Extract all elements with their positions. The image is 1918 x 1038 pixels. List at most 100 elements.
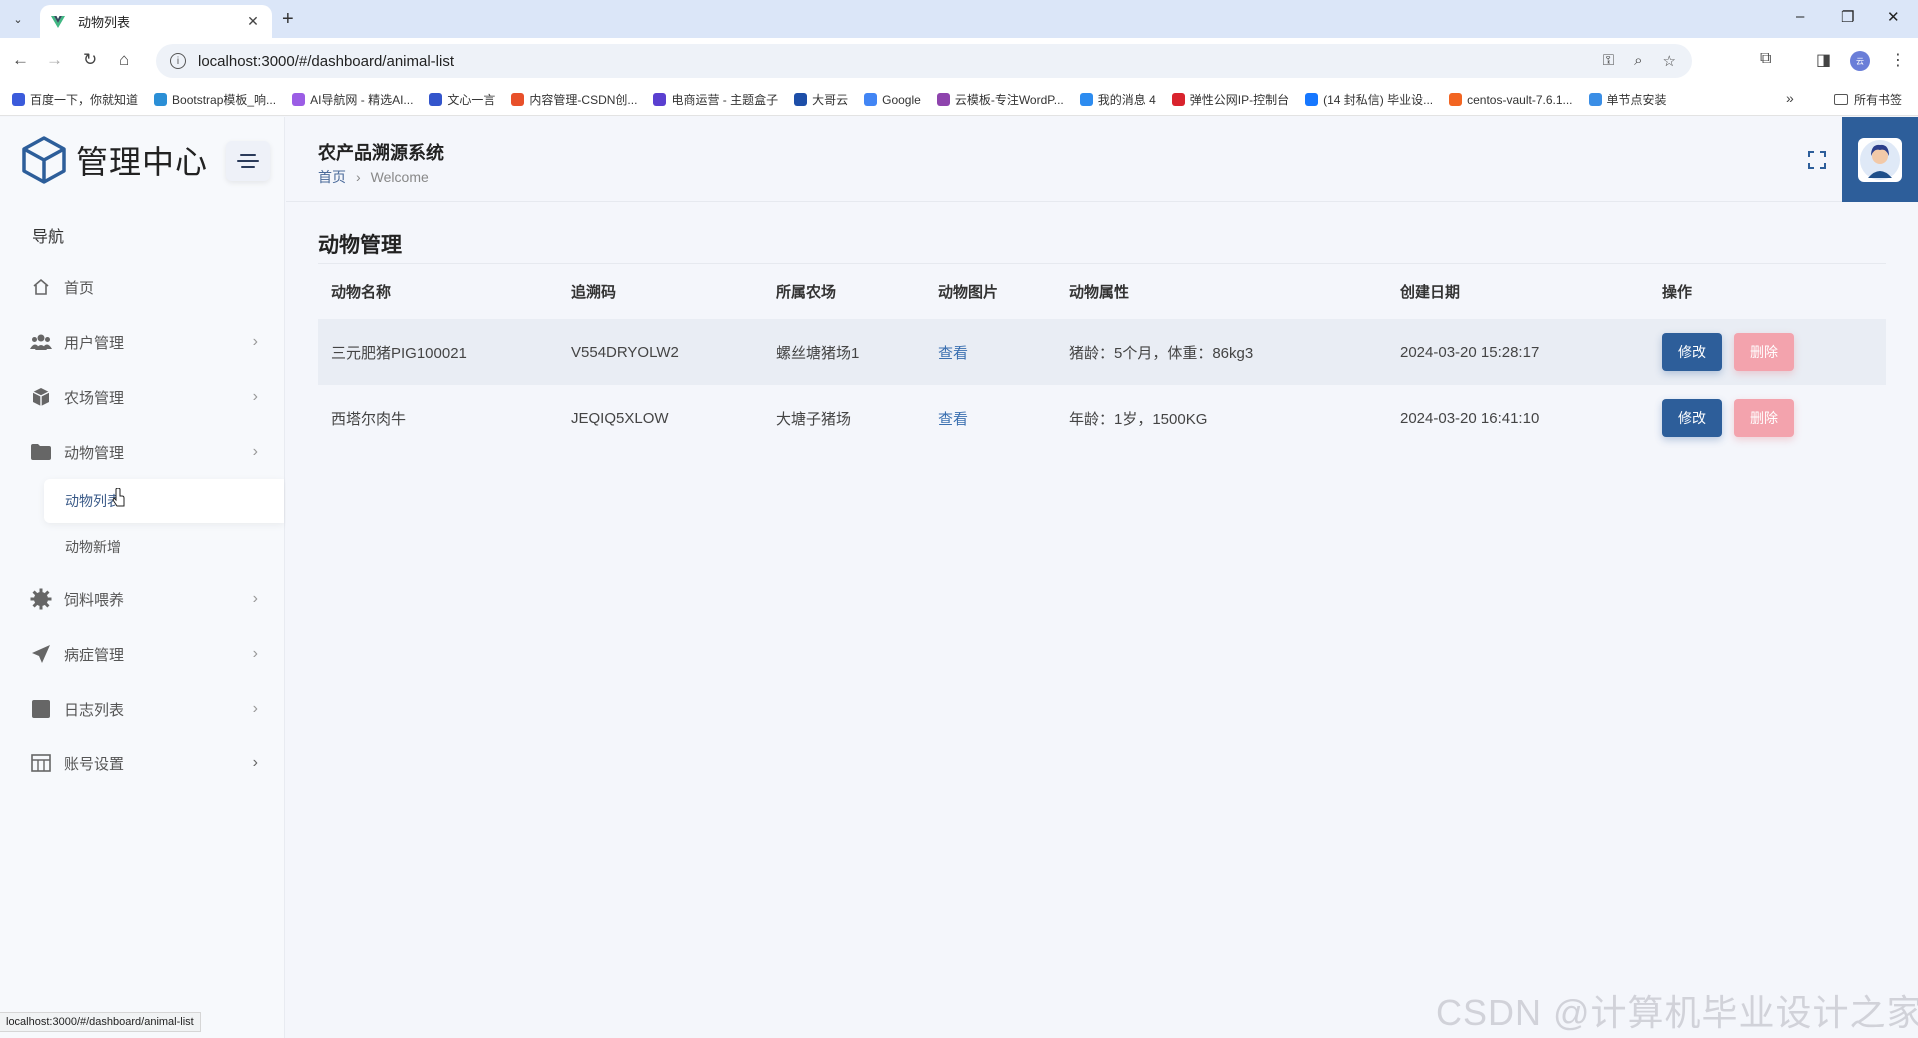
system-title: 农产品溯源系统	[318, 143, 444, 163]
user-avatar-icon	[1860, 139, 1900, 180]
site-info-icon[interactable]: i	[170, 53, 186, 69]
bookmark-item[interactable]: 电商运营 - 主题盒子	[653, 91, 778, 108]
bookmark-item[interactable]: AI导航网 - 精选AI...	[292, 91, 413, 108]
password-key-icon[interactable]: ⚿	[1603, 52, 1614, 70]
folder-icon	[30, 441, 52, 463]
browser-tab[interactable]: 动物列表 ✕	[40, 5, 272, 38]
logo[interactable]: 管理中心	[20, 135, 208, 185]
cell-farm: 螺丝塘猪场1	[776, 344, 860, 362]
column-header: 追溯码	[571, 284, 617, 301]
sidebar-subitem-animal-list[interactable]: 动物列表	[44, 479, 284, 523]
new-tab-button[interactable]: +	[282, 8, 294, 31]
sidebar-item-logs[interactable]: 日志列表 ›	[30, 689, 270, 729]
bookmark-favicon-icon	[653, 93, 667, 106]
nav-heading: 导航	[32, 229, 65, 246]
cell-name: 西塔尔肉牛	[331, 410, 407, 428]
address-bar[interactable]: i localhost:3000/#/dashboard/animal-list…	[156, 44, 1692, 78]
cell-attrs: 猪龄：5个月，体重：86kg3	[1069, 344, 1254, 362]
bookmark-item[interactable]: 单节点安装	[1588, 91, 1667, 108]
tab-list-chevron-icon[interactable]: ⌄	[6, 7, 30, 31]
bookmark-favicon-icon	[292, 93, 306, 106]
delete-button[interactable]: 删除	[1734, 399, 1794, 437]
bookmark-item[interactable]: (14 封私信) 毕业设...	[1305, 91, 1433, 108]
extensions-icon[interactable]: ⧉	[1760, 50, 1771, 68]
minimize-button[interactable]: –	[1796, 8, 1804, 25]
cube-icon	[30, 386, 52, 408]
bookmark-item[interactable]: 百度一下，你就知道	[12, 91, 138, 108]
breadcrumb-home[interactable]: 首页	[318, 167, 346, 187]
bookmark-item[interactable]: 大哥云	[794, 91, 848, 108]
bookmarks-bar: 百度一下，你就知道 Bootstrap模板_响... AI导航网 - 精选AI...…	[0, 84, 1918, 116]
chevron-right-icon: ›	[252, 645, 258, 662]
column-header: 操作	[1662, 284, 1693, 301]
tab-close-icon[interactable]: ✕	[244, 13, 262, 30]
animal-table: 动物名称 追溯码 所属农场 动物图片 动物属性 创建日期 操作 三元肥猪PIG1…	[318, 263, 1886, 451]
bookmark-item[interactable]: 文心一言	[429, 91, 495, 108]
chevron-right-icon: ›	[252, 590, 258, 607]
bookmark-item[interactable]: Bootstrap模板_响...	[154, 91, 276, 108]
mouse-cursor-icon	[112, 488, 125, 507]
bookmark-item[interactable]: centos-vault-7.6.1...	[1449, 93, 1573, 107]
view-image-link[interactable]: 查看	[938, 345, 968, 362]
reload-icon[interactable]: ↻	[83, 50, 97, 70]
bookmark-favicon-icon	[1171, 93, 1185, 106]
browser-tab-strip: ⌄ 动物列表 ✕ + – ❐ ✕	[0, 0, 1918, 38]
forward-arrow-icon[interactable]: →	[46, 50, 63, 70]
user-avatar-panel[interactable]	[1842, 117, 1918, 202]
sidebar-item-farm[interactable]: 农场管理 ›	[30, 377, 270, 417]
send-icon	[30, 643, 52, 665]
column-header: 创建日期	[1400, 284, 1461, 301]
bookmark-item[interactable]: 弹性公网IP-控制台	[1171, 91, 1289, 108]
bookmark-favicon-icon	[794, 93, 808, 106]
square-icon	[30, 698, 52, 720]
url-text: localhost:3000/#/dashboard/animal-list	[198, 52, 454, 70]
bookmark-item[interactable]: Google	[864, 93, 921, 107]
column-header: 动物属性	[1069, 284, 1130, 301]
all-bookmarks-button[interactable]: 所有书签	[1834, 91, 1902, 108]
restore-button[interactable]: ❐	[1841, 8, 1854, 26]
bookmark-item[interactable]: 内容管理-CSDN创...	[511, 91, 637, 108]
close-window-button[interactable]: ✕	[1887, 8, 1900, 26]
users-icon	[30, 331, 52, 353]
chevron-right-icon: ›	[252, 388, 258, 405]
folder-icon	[1834, 94, 1848, 105]
chevron-right-icon: ›	[252, 333, 258, 350]
cell-farm: 大塘子猪场	[776, 410, 852, 428]
bookmark-item[interactable]: 云模板-专注WordP...	[936, 91, 1064, 108]
bookmark-favicon-icon	[864, 93, 878, 106]
side-panel-icon[interactable]: ◨	[1816, 50, 1831, 70]
profile-avatar-icon[interactable]: 云	[1850, 51, 1870, 71]
bookmark-star-icon[interactable]: ☆	[1663, 52, 1676, 70]
bookmark-favicon-icon	[1079, 93, 1093, 106]
fullscreen-icon[interactable]	[1808, 151, 1826, 169]
edit-button[interactable]: 修改	[1662, 333, 1722, 371]
sidebar-item-animals[interactable]: 动物管理 ›	[30, 432, 270, 472]
cell-code: JEQIQ5XLOW	[571, 409, 669, 427]
sidebar-subitem-animal-add[interactable]: 动物新增	[44, 525, 284, 569]
sidebar-item-account[interactable]: 账号设置 ›	[30, 743, 270, 783]
header: 农产品溯源系统 首页 › Welcome	[286, 117, 1918, 202]
bookmark-favicon-icon	[1449, 93, 1463, 106]
bookmark-item[interactable]: 我的消息 4	[1079, 91, 1156, 108]
sidebar-item-feed[interactable]: 饲料喂养 ›	[30, 579, 270, 619]
delete-button[interactable]: 删除	[1734, 333, 1794, 371]
view-image-link[interactable]: 查看	[938, 411, 968, 428]
home-button-icon[interactable]: ⌂	[119, 50, 129, 70]
status-bar-url: localhost:3000/#/dashboard/animal-list	[0, 1012, 201, 1032]
breadcrumb: 首页 › Welcome	[318, 167, 429, 187]
breadcrumb-separator-icon: ›	[356, 169, 361, 185]
main-content: 农产品溯源系统 首页 › Welcome 动物管理 动物名称 追溯码 所属农场 …	[286, 117, 1918, 1038]
sidebar-item-home[interactable]: 首页	[30, 267, 270, 307]
menu-kebab-icon[interactable]: ⋮	[1890, 50, 1906, 70]
bookmarks-overflow-icon[interactable]: »	[1786, 90, 1794, 106]
cell-created: 2024-03-20 16:41:10	[1400, 409, 1540, 427]
cell-code: V554DRYOLW2	[571, 343, 679, 361]
browser-toolbar: ← → ↻ ⌂ i localhost:3000/#/dashboard/ani…	[0, 38, 1918, 84]
sidebar-item-disease[interactable]: 病症管理 ›	[30, 634, 270, 674]
back-arrow-icon[interactable]: ←	[12, 50, 29, 70]
sidebar: 管理中心 导航 首页 用户管理 › 农场管理 › 动物管理 › 动物列表 动物新…	[0, 117, 285, 1038]
sidebar-toggle-button[interactable]	[226, 141, 270, 181]
sidebar-item-users[interactable]: 用户管理 ›	[30, 322, 270, 362]
edit-button[interactable]: 修改	[1662, 399, 1722, 437]
zoom-icon[interactable]: ⌕	[1634, 52, 1642, 70]
